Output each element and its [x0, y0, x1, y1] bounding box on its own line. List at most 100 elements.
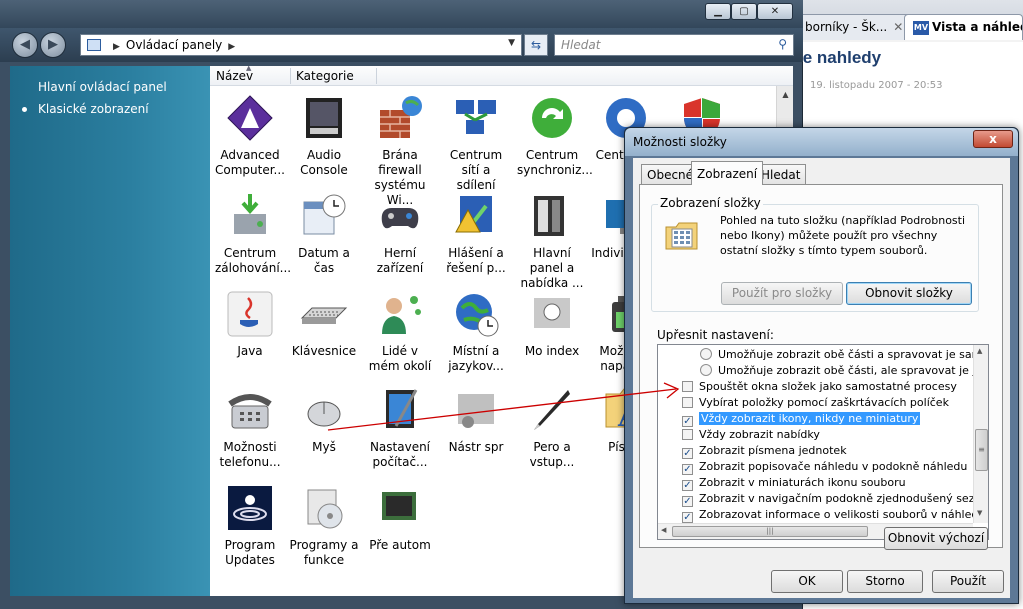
radio-button[interactable]: [700, 348, 712, 360]
breadcrumb[interactable]: Ovládací panely: [126, 38, 222, 52]
control-panel-item-label: Hlavní panel a nabídka ...: [520, 246, 584, 290]
advanced-setting-row[interactable]: Spouštět okna složek jako samostatné pro…: [682, 379, 957, 395]
control-panel-item[interactable]: Myš: [288, 382, 360, 474]
column-category[interactable]: Kategorie: [296, 69, 354, 83]
advanced-settings-list[interactable]: Umožňuje zobrazit obě části a spravovat …: [657, 344, 989, 540]
close-button[interactable]: ✕: [757, 3, 793, 20]
scroll-down-icon[interactable]: ▼: [977, 509, 982, 517]
cancel-button[interactable]: Storno: [847, 570, 923, 593]
scroll-up-icon[interactable]: ▲: [977, 347, 982, 355]
checkbox[interactable]: ✓: [682, 464, 693, 475]
close-icon[interactable]: ✕: [893, 20, 903, 34]
address-bar[interactable]: ▶ Ovládací panely ▶ ▼: [80, 34, 522, 56]
checkbox[interactable]: ✓: [682, 416, 693, 427]
control-panel-item[interactable]: Hlavní panel a nabídka ...: [516, 188, 588, 290]
reset-folders-button[interactable]: Obnovit složky: [846, 282, 972, 305]
advanced-setting-row[interactable]: ✓ Zobrazit v miniaturách ikonu souboru: [682, 475, 906, 491]
advanced-setting-label: Vždy zobrazit nabídky: [699, 428, 820, 441]
apply-to-folders-button[interactable]: Použít pro složky: [721, 282, 843, 305]
restore-defaults-button[interactable]: Obnovit výchozí: [884, 527, 988, 550]
control-panel-item[interactable]: Nastavení počítač...: [364, 382, 436, 474]
control-panel-item[interactable]: Místní a jazykov...: [440, 286, 512, 378]
minimize-button[interactable]: ▁: [705, 3, 731, 20]
advanced-setting-row[interactable]: Vybírat položky pomocí zaškrtávacích pol…: [682, 395, 949, 411]
dialog-title-bar[interactable]: Možnosti složky x: [625, 128, 1018, 156]
advanced-setting-row[interactable]: Umožňuje zobrazit obě části a spravovat …: [700, 347, 988, 363]
control-panel-item[interactable]: Pře autom: [364, 480, 436, 572]
column-divider[interactable]: [376, 68, 377, 84]
forward-button[interactable]: ▶: [40, 32, 66, 58]
advanced-settings-label: Upřesnit nastavení:: [657, 328, 774, 342]
scroll-thumb[interactable]: ≡: [975, 429, 988, 471]
advanced-setting-row[interactable]: Umožňuje zobrazit obě části, ale spravov…: [700, 363, 988, 379]
column-divider[interactable]: [290, 68, 291, 84]
control-panel-item[interactable]: Audio Console: [288, 90, 360, 182]
control-panel-item[interactable]: Lidé v mém okolí: [364, 286, 436, 378]
explorer-title-bar[interactable]: ▁ ▢ ✕: [0, 0, 803, 28]
sort-arrow-icon: ▲: [246, 66, 252, 72]
scroll-left-icon[interactable]: ◀: [661, 526, 666, 534]
sidebar-item-classic-view[interactable]: Klasické zobrazení: [38, 102, 149, 116]
advanced-setting-row[interactable]: ✓ Zobrazovat informace o velikosti soubor…: [682, 507, 988, 523]
control-panel-item[interactable]: Pero a vstup...: [516, 382, 588, 474]
browser-tab-2[interactable]: MVVista a náhledy o: [904, 14, 1023, 40]
advanced-setting-row[interactable]: ✓ Vždy zobrazit ikony, nikdy ne miniatury: [682, 411, 921, 427]
article-heading[interactable]: je nahledy: [798, 48, 881, 68]
control-panel-item[interactable]: Centrum zálohování...: [214, 188, 291, 280]
control-panel-item[interactable]: Program Updates: [214, 480, 286, 572]
tab-view[interactable]: Zobrazení: [691, 161, 764, 185]
control-panel-item[interactable]: Advanced Computer...: [214, 90, 286, 182]
checkbox[interactable]: ✓: [682, 512, 693, 523]
back-button[interactable]: ◀: [12, 32, 38, 58]
control-panel-item-label: Programy a funkce: [289, 538, 359, 567]
control-panel-item[interactable]: Nástr spr: [440, 382, 512, 474]
advanced-setting-row[interactable]: Vždy zobrazit nabídky: [682, 427, 820, 443]
sidebar-item-home[interactable]: Hlavní ovládací panel: [38, 80, 167, 94]
control-panel-item[interactable]: Herní zařízení: [364, 188, 436, 280]
control-panel-item[interactable]: Klávesnice: [288, 286, 360, 378]
control-panel-item[interactable]: Java: [214, 286, 286, 378]
radio-button[interactable]: [700, 364, 712, 376]
control-panel-item-label: Mo index: [524, 344, 580, 358]
scroll-thumb[interactable]: |||: [672, 526, 868, 537]
search-input[interactable]: Hledat ⚲: [554, 34, 794, 56]
close-button[interactable]: x: [973, 130, 1013, 148]
advanced-setting-row[interactable]: ✓ Zobrazit popisovače náhledu v podokně n…: [682, 459, 967, 475]
list-vertical-scrollbar[interactable]: ▲ ≡ ▼: [973, 345, 988, 523]
advanced-setting-row[interactable]: ✓ Zobrazit písmena jednotek: [682, 443, 847, 459]
control-panel-item[interactable]: Centrum synchroniz...: [516, 90, 593, 182]
control-panel-item[interactable]: Datum a čas: [288, 188, 360, 280]
chevron-down-icon[interactable]: ▼: [508, 38, 515, 48]
column-header: Název ▲ Kategorie: [210, 66, 793, 86]
firewall-icon: [380, 96, 422, 138]
search-icon[interactable]: ⚲: [778, 37, 787, 51]
checkbox[interactable]: ✓: [682, 496, 693, 507]
apply-button[interactable]: Použít: [932, 570, 1004, 593]
control-panel-item[interactable]: Mo index: [516, 286, 588, 378]
ok-button[interactable]: OK: [771, 570, 843, 593]
control-panel-item[interactable]: Centrum sítí a sdílení: [440, 90, 512, 192]
checkbox[interactable]: [682, 381, 693, 392]
refresh-button[interactable]: ⇆: [524, 34, 548, 56]
checkbox[interactable]: ✓: [682, 480, 693, 491]
checkbox[interactable]: [682, 429, 693, 440]
dialog-title: Možnosti složky: [633, 135, 727, 149]
admin-icon: [458, 394, 494, 428]
advanced-setting-row[interactable]: ✓ Zobrazit v navigačním podokně zjednoduš…: [682, 491, 988, 507]
breadcrumb-chevron-icon[interactable]: ▶: [113, 42, 120, 52]
control-panel-item[interactable]: Programy a funkce: [288, 480, 360, 572]
browser-tab-1-label: borníky - Šk...: [805, 20, 888, 34]
checkbox[interactable]: ✓: [682, 448, 693, 459]
folder-views-icon: [665, 222, 698, 250]
checkbox[interactable]: [682, 397, 693, 408]
sidebar: Hlavní ovládací panel Klasické zobrazení: [10, 66, 210, 596]
control-panel-item[interactable]: Možnosti telefonu...: [214, 382, 286, 474]
control-panel-item[interactable]: Brána firewall systému Wi...: [364, 90, 436, 207]
breadcrumb-chevron-icon[interactable]: ▶: [228, 42, 235, 52]
control-panel-item[interactable]: Hlášení a řešení p...: [440, 188, 512, 280]
scroll-up-icon[interactable]: ▲: [777, 86, 794, 103]
control-panel-item-label: Hlášení a řešení p...: [446, 246, 506, 275]
maximize-button[interactable]: ▢: [731, 3, 757, 20]
control-panel-item-label: Pero a vstup...: [529, 440, 575, 469]
advanced-setting-label: Vždy zobrazit ikony, nikdy ne miniatury: [699, 412, 921, 425]
